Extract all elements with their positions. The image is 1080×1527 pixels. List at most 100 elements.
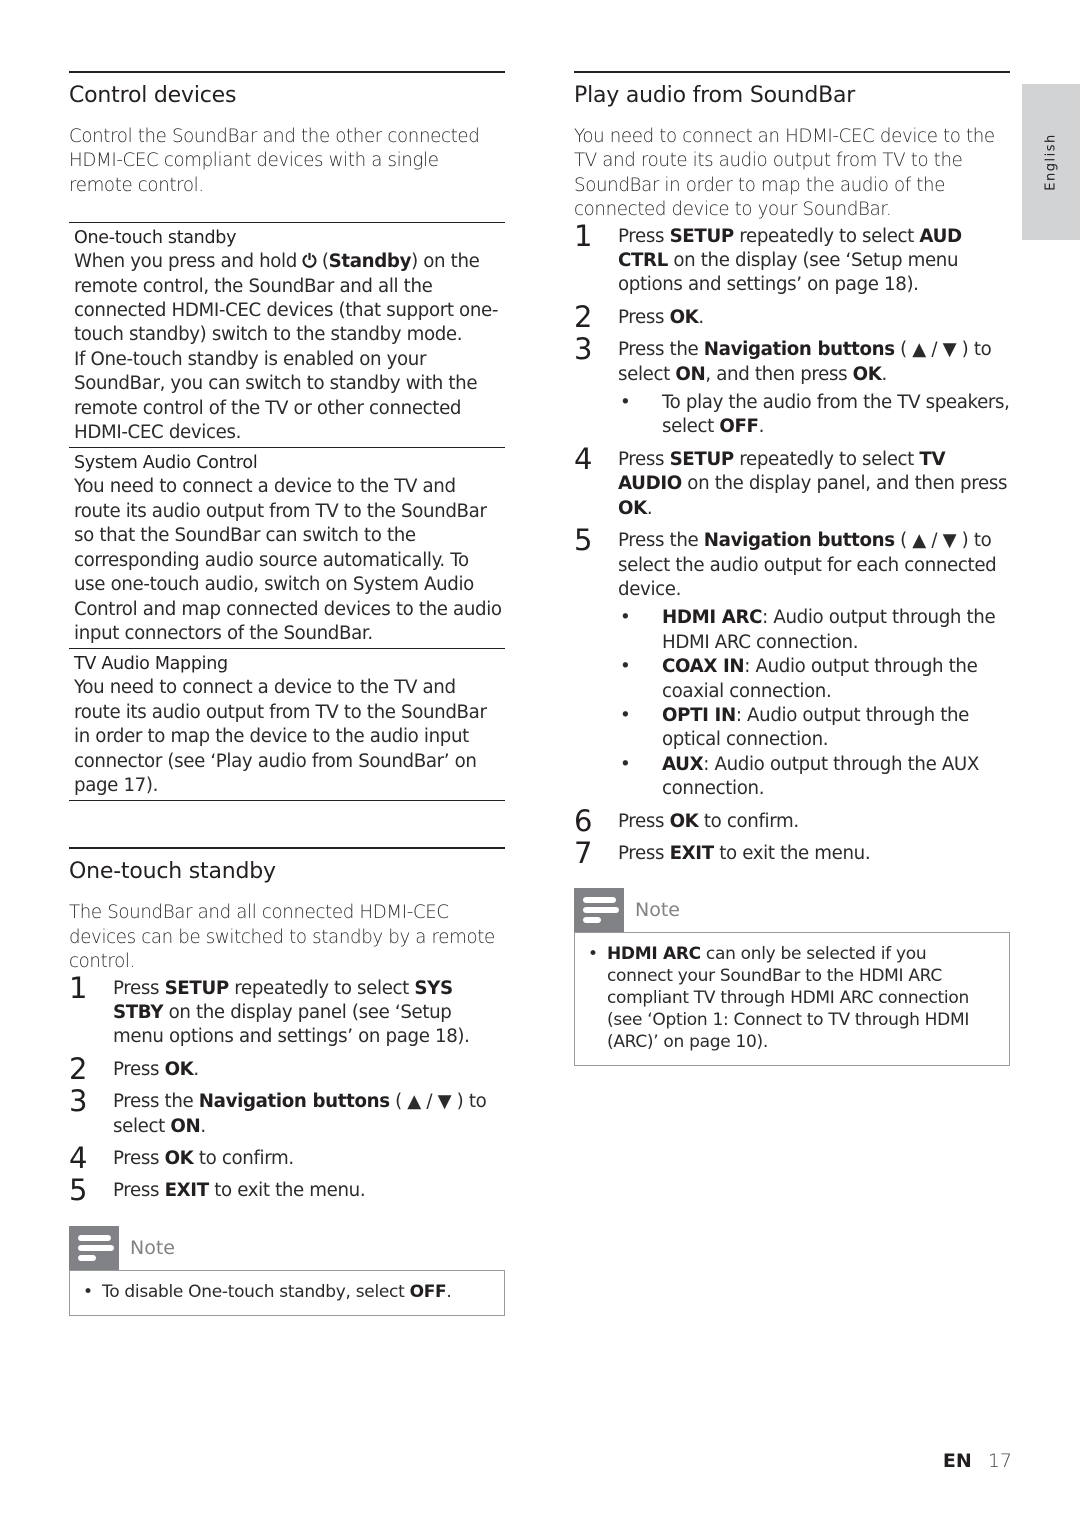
bullet-item: • AUX: Audio output through the AUX conne… — [618, 753, 1010, 802]
step-text: Press EXIT to exit the menu. — [113, 1180, 366, 1202]
text-run: repeatedly to select — [733, 448, 920, 470]
bold-term: Navigation buttons — [703, 530, 895, 552]
bold-term: SETUP — [669, 225, 735, 247]
step-text: Press SETUP repeatedly to select SYS STB… — [113, 978, 470, 1048]
bold-term: AUX — [662, 753, 704, 775]
bold-term: EXIT — [669, 842, 715, 864]
bullet-icon: • — [83, 1281, 93, 1302]
language-code: EN — [942, 1450, 972, 1472]
step-item: 3 Press the Navigation buttons ( ▲ / ▼ ) … — [574, 334, 1010, 440]
bullet-icon: • — [588, 944, 598, 965]
bullet-icon: • — [620, 656, 631, 678]
control-devices-section: Control devices Control the SoundBar and… — [69, 71, 505, 802]
text-run: To play the audio from the TV speakers, … — [662, 392, 1010, 438]
section-title: One-touch standby — [69, 859, 276, 885]
left-column: Control devices Control the SoundBar and… — [69, 71, 505, 1316]
note-header: Note — [574, 888, 1010, 934]
text-run: Press the — [618, 339, 704, 361]
page-number: 17 — [987, 1450, 1012, 1472]
note-body: • To disable One-touch standby, select OF… — [69, 1270, 505, 1316]
feature-text: You need to connect a device to the TV a… — [74, 476, 502, 644]
sub-bullets: • HDMI ARC: Audio output through the HDMI… — [618, 606, 1010, 801]
sub-bullets: • To play the audio from the TV speakers,… — [618, 391, 1010, 440]
text-run: Press — [113, 1180, 165, 1202]
step-text: Press SETUP repeatedly to select TV AUDI… — [618, 449, 1007, 519]
feature-title: One-touch standby — [74, 228, 237, 249]
step-text: Press OK to confirm. — [618, 811, 799, 832]
bullet-item: • OPTI IN: Audio output through the optic… — [618, 704, 1010, 753]
text-run: . — [881, 363, 888, 385]
section-title: Control devices — [69, 83, 237, 108]
text-run: , and then press — [705, 363, 853, 385]
note-icon — [574, 888, 624, 933]
bold-term: OK — [669, 306, 699, 328]
step-number: 2 — [574, 299, 593, 334]
step-item: 6 Press OK to confirm. — [574, 806, 1010, 836]
right-column: Play audio from SoundBar You need to con… — [574, 71, 1010, 1067]
text-run: to exit the menu. — [713, 842, 871, 864]
bullet-icon: • — [620, 753, 631, 775]
bold-term: OPTI IN — [662, 704, 736, 726]
note-box: Note • HDMI ARC can only be selected if y… — [574, 888, 1010, 1067]
text-run: Press — [618, 810, 670, 832]
bold-term: OK — [618, 497, 647, 519]
text-run: ( — [316, 251, 329, 273]
step-item: 4 Press SETUP repeatedly to select TV AUD… — [574, 444, 1010, 521]
bullet-item: • To play the audio from the TV speakers,… — [618, 391, 1010, 440]
bullet-icon: • — [620, 704, 631, 726]
step-text: Press OK to confirm. — [113, 1148, 294, 1169]
steps-list: 1 Press SETUP repeatedly to select SYS ST… — [69, 973, 505, 1206]
bold-term: OFF — [719, 416, 759, 438]
bold-term: SETUP — [669, 448, 735, 470]
bold-term: ON — [675, 363, 706, 385]
section-intro: You need to connect an HDMI-CEC device t… — [574, 126, 995, 221]
text-run: on the display panel (see ‘Setup menu op… — [113, 1001, 470, 1048]
feature-title: System Audio Control — [74, 453, 258, 474]
text-run: Press — [113, 1148, 165, 1169]
bold-term: Standby — [328, 251, 412, 273]
step-number: 4 — [69, 1141, 88, 1175]
text-run: : Audio output through the AUX connectio… — [662, 753, 980, 800]
text-run: . — [758, 416, 765, 438]
step-item: 2 Press OK. — [574, 302, 1010, 332]
step-item: 4 Press OK to confirm. — [69, 1143, 505, 1173]
feature-text: When you press and hold ⏻ (Standby) on t… — [74, 250, 505, 445]
bold-term: Navigation buttons — [703, 339, 895, 361]
bold-term: SETUP — [164, 977, 230, 999]
note-box: Note • To disable One-touch standby, sele… — [69, 1225, 505, 1316]
one-touch-standby-section: One-touch standby The SoundBar and all c… — [69, 847, 505, 1316]
text-run: Press — [113, 1058, 165, 1080]
bold-term: OFF — [409, 1281, 447, 1302]
note-header: Note — [69, 1225, 505, 1271]
text-run: . — [193, 1058, 199, 1080]
text-run: on the display panel, and then press — [681, 473, 1008, 495]
feature-row-system-audio-control: System Audio Control You need to connect… — [69, 448, 505, 650]
text-run: If One-touch standby is enabled on your … — [74, 348, 478, 444]
bold-term: OK — [164, 1148, 194, 1169]
text-run: When you press and hold — [74, 251, 303, 273]
bullet-icon: • — [620, 607, 631, 629]
feature-row-tv-audio-mapping: TV Audio Mapping You need to connect a d… — [69, 649, 505, 802]
text-run: Press — [618, 225, 670, 247]
feature-table: One-touch standby When you press and hol… — [69, 222, 505, 802]
page-footer: EN 17 — [943, 1450, 1012, 1472]
step-number: 3 — [574, 332, 593, 367]
feature-text: You need to connect a device to the TV a… — [74, 677, 487, 796]
bold-term: OK — [852, 363, 882, 385]
bold-term: OK — [164, 1058, 194, 1080]
text-run: repeatedly to select — [733, 225, 920, 247]
step-item: 7 Press EXIT to exit the menu. — [574, 838, 1010, 868]
note-label: Note — [130, 1236, 175, 1259]
text-run: Press — [113, 977, 165, 999]
step-number: 2 — [69, 1051, 88, 1086]
text-run: Press the — [113, 1091, 199, 1113]
text-run: to confirm. — [698, 810, 799, 832]
note-item: • To disable One-touch standby, select OF… — [80, 1281, 490, 1303]
step-item: 1 Press SETUP repeatedly to select AUD CT… — [574, 221, 1010, 298]
step-number: 5 — [574, 523, 593, 558]
step-text: Press OK. — [618, 307, 704, 328]
note-label: Note — [635, 899, 680, 922]
step-number: 1 — [69, 970, 88, 1005]
text-run: To disable One-touch standby, select — [102, 1281, 410, 1302]
step-item: 1 Press SETUP repeatedly to select SYS ST… — [69, 973, 505, 1050]
